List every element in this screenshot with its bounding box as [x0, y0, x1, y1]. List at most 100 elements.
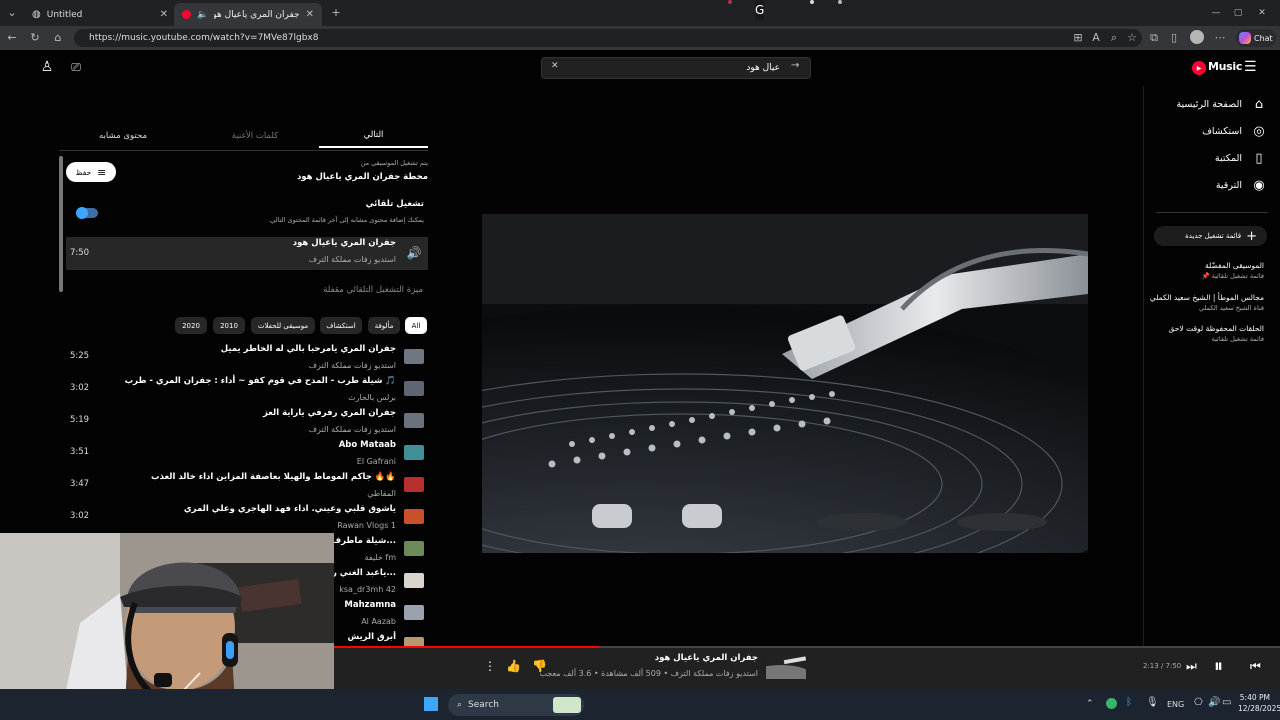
- item-artist: Rawan Vlogs 1: [337, 521, 396, 530]
- back-icon[interactable]: ←: [4, 30, 20, 46]
- item-artist: El Gafrani: [356, 457, 396, 466]
- bluetooth-icon[interactable]: ᛒ: [1126, 697, 1132, 708]
- install-app-icon[interactable]: ⊞: [1070, 30, 1086, 46]
- playlist-item[interactable]: الموسيقى المفضّلة 📌 قائمة تشغيل تلقائية: [1201, 261, 1264, 280]
- capcut-icon[interactable]: G: [755, 0, 765, 20]
- item-thumbnail: [404, 413, 424, 428]
- chip-label: موسيقى للحفلات: [257, 321, 309, 330]
- tab-related[interactable]: محتوى مشابه: [68, 124, 178, 148]
- maximize-icon[interactable]: ▢: [1230, 5, 1246, 21]
- list-item[interactable]: شيلة طرب - المدح في قوم كفو ~ أداء : جفر…: [66, 375, 428, 407]
- battery-icon[interactable]: ▭: [1222, 697, 1231, 708]
- chip-discover[interactable]: استكشاف: [320, 317, 362, 334]
- current-track-row[interactable]: جفران المري ياعيال هود استديو زفات مملكة…: [66, 237, 428, 270]
- language-indicator[interactable]: ENG: [1167, 700, 1184, 709]
- reload-icon[interactable]: ↻: [27, 30, 43, 46]
- minimize-icon[interactable]: —: [1208, 5, 1224, 21]
- autoplay-toggle[interactable]: [76, 207, 98, 219]
- new-tab-icon[interactable]: +: [328, 5, 344, 21]
- tab-up-next[interactable]: التالي: [319, 124, 428, 148]
- list-item[interactable]: Abo Mataab El Gafrani 3:51: [66, 439, 428, 471]
- tray-app-icon[interactable]: [1106, 698, 1117, 709]
- progress-track[interactable]: [334, 646, 1280, 648]
- clock[interactable]: 5:40 PM 12/28/2025: [1238, 693, 1280, 713]
- microphone-icon[interactable]: 🎙: [1146, 697, 1159, 708]
- more-options-icon[interactable]: ⋮: [484, 659, 496, 673]
- next-icon[interactable]: ⏭: [1186, 659, 1197, 674]
- item-duration: 5:25: [70, 351, 90, 361]
- playing-from-title: محطة جفران المري ياعيال هود: [296, 172, 428, 182]
- favorite-star-icon[interactable]: ☆: [1124, 30, 1140, 46]
- search-arrow-icon[interactable]: →: [791, 60, 799, 71]
- new-playlist-button[interactable]: قائمة تشغيل جديدة +: [1154, 226, 1267, 246]
- copilot-chat-button[interactable]: Chat: [1236, 29, 1276, 47]
- close-icon[interactable]: ✕: [306, 9, 314, 20]
- item-title: شيلة طرب - المدح في قوم كفو ~ أداء : جفر…: [124, 376, 396, 386]
- tab-untitled[interactable]: ◍ Untitled ✕: [24, 3, 176, 26]
- cast-icon[interactable]: ⎚: [68, 60, 84, 76]
- previous-icon[interactable]: ⏮: [1250, 659, 1261, 674]
- clear-search-icon[interactable]: ✕: [551, 61, 559, 71]
- chip-2020[interactable]: 2020: [175, 317, 207, 334]
- url-field[interactable]: https://music.youtube.com/watch?v=7MVe87…: [74, 29, 1142, 47]
- nav-item-library[interactable]: المكتبة ▯: [1215, 148, 1266, 168]
- tab-title: Untitled: [46, 9, 83, 20]
- tab-list-icon[interactable]: ⌄: [4, 5, 20, 21]
- obs-icon[interactable]: [838, 0, 842, 4]
- extensions-icon[interactable]: ⧉: [1146, 30, 1162, 46]
- windows-start-icon[interactable]: [424, 697, 438, 711]
- playlist-item[interactable]: مجالس الموطأ | الشيخ سعيد الكملي قناة ال…: [1150, 293, 1264, 312]
- save-button[interactable]: حفظ ≡: [66, 162, 116, 182]
- opera-icon[interactable]: [728, 0, 732, 4]
- hamburger-menu-icon[interactable]: ☰: [1244, 59, 1257, 75]
- copilot-icon: [1239, 32, 1251, 44]
- list-item[interactable]: جفران المري يامرحبا بالي له الخاطر يميل …: [66, 343, 428, 375]
- pause-icon[interactable]: ⏸: [1214, 656, 1223, 677]
- volume-icon[interactable]: 🔊: [1208, 697, 1220, 708]
- tab-lyrics[interactable]: كلمات الأغنية: [200, 124, 310, 148]
- dislike-icon[interactable]: 👎: [532, 659, 547, 673]
- home-icon: ⌂: [1254, 96, 1264, 112]
- avatar[interactable]: ♙: [38, 59, 56, 77]
- playlist-item[interactable]: الحلقات المحفوظة لوقت لاحق قائمة تشغيل ت…: [1169, 324, 1264, 343]
- player-title[interactable]: جفران المري ياعيال هود: [655, 653, 758, 663]
- list-item[interactable]: جفران المري رفرفي ياراية العز استديو زفا…: [66, 407, 428, 439]
- tray-chevron-icon[interactable]: ⌃: [1086, 699, 1094, 709]
- close-window-icon[interactable]: ✕: [1254, 5, 1270, 21]
- queue-scrollbar[interactable]: [59, 156, 63, 292]
- current-title: جفران المري ياعيال هود: [292, 238, 396, 248]
- tab-label: التالي: [363, 130, 384, 140]
- split-screen-icon[interactable]: ▯: [1166, 30, 1182, 46]
- search-icon: ⌕: [457, 700, 463, 710]
- chip-familiar[interactable]: مألوفة: [368, 317, 400, 334]
- new-playlist-label: قائمة تشغيل جديدة: [1185, 232, 1242, 240]
- speaker-icon[interactable]: 🔈: [197, 10, 208, 20]
- profile-avatar[interactable]: [1190, 30, 1204, 44]
- like-icon[interactable]: 👍: [506, 659, 521, 673]
- item-artist: استديو زفات مملكة الترف: [308, 425, 396, 434]
- now-playing-speaker-icon: 🔊: [406, 246, 422, 260]
- network-icon[interactable]: ⎔: [1194, 697, 1203, 708]
- close-icon[interactable]: ✕: [160, 9, 168, 20]
- list-item[interactable]: ياشوق قلبي وعيني. اداء فهد الهاجري وعلي …: [66, 503, 428, 535]
- chip-all[interactable]: All: [405, 317, 427, 334]
- nav-item-upgrade[interactable]: الترقية ◉: [1216, 175, 1266, 195]
- search-input[interactable]: عيال هود: [541, 57, 811, 79]
- read-aloud-icon[interactable]: A: [1088, 30, 1104, 46]
- more-menu-icon[interactable]: ⋯: [1212, 30, 1228, 46]
- playlist-subtitle: قناة الشيخ سعيد الكملي: [1198, 304, 1264, 312]
- playing-from-label: يتم تشغيل الموسيقى من: [360, 159, 428, 167]
- app-icon[interactable]: [810, 0, 814, 4]
- item-thumbnail: [404, 477, 424, 492]
- item-title: ياشوق قلبي وعيني. اداء فهد الهاجري وعلي …: [183, 504, 396, 514]
- tab-youtube-music[interactable]: 🔈 جفران المري ياعيال هود - YouTube Music…: [174, 3, 322, 26]
- zoom-icon[interactable]: ⌕: [1106, 30, 1122, 46]
- chip-party[interactable]: موسيقى للحفلات: [251, 317, 315, 334]
- nav-item-home[interactable]: الصفحة الرئيسية ⌂: [1176, 94, 1266, 114]
- list-item[interactable]: جاكم الموماط والهيلا بعاصفة المزاين اداء…: [66, 471, 428, 503]
- logo-text[interactable]: Music: [1208, 60, 1242, 73]
- nav-item-explore[interactable]: استكشاف ◎: [1202, 121, 1266, 141]
- chip-2010[interactable]: 2010: [213, 317, 245, 334]
- item-title: أبرق الريش: [347, 632, 396, 642]
- home-browser-icon[interactable]: ⌂: [50, 30, 66, 46]
